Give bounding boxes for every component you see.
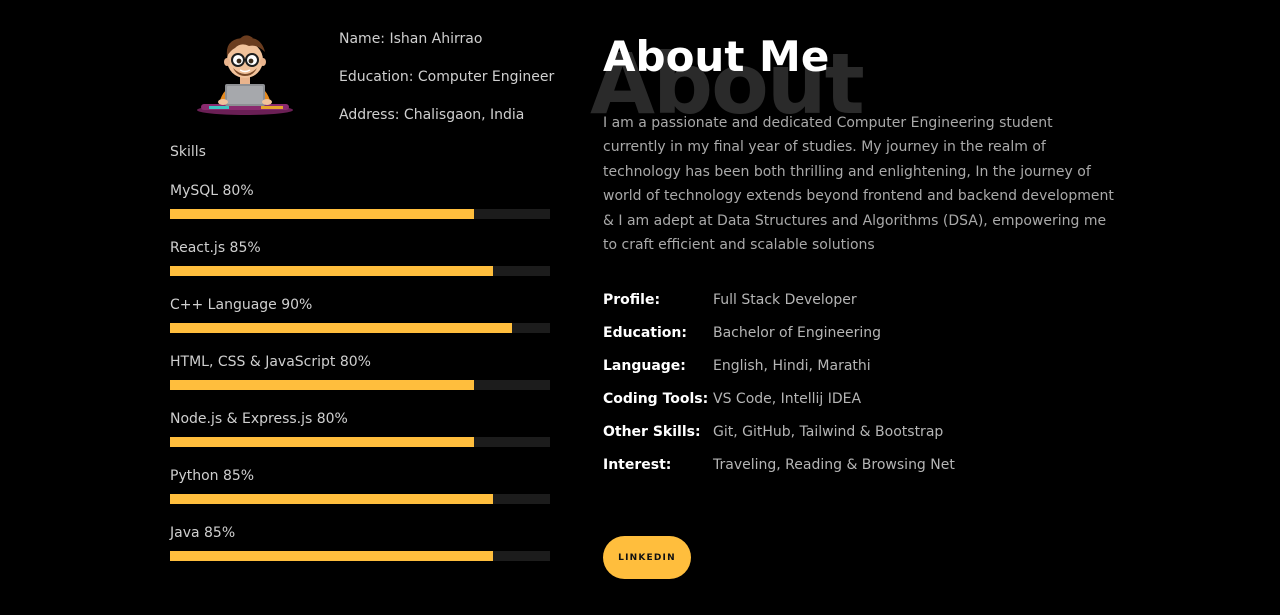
detail-key: Education: (603, 325, 687, 341)
detail-key: Language: (603, 358, 686, 374)
skill-label: Java 85% (170, 525, 236, 541)
skill-progress-bar (170, 323, 550, 333)
detail-value: Git, GitHub, Tailwind & Bootstrap (713, 424, 944, 440)
detail-row: Language: English, Hindi, Marathi (603, 358, 955, 391)
skill-item: React.js 85% (170, 239, 550, 296)
detail-key: Interest: (603, 457, 672, 473)
skill-item: Node.js & Express.js 80% (170, 410, 550, 467)
education-line: Education: Computer Engineer (339, 69, 555, 85)
skill-progress-fill (170, 380, 474, 390)
skill-item: Python 85% (170, 467, 550, 524)
skill-label: MySQL 80% (170, 183, 254, 199)
skill-label: React.js 85% (170, 240, 261, 256)
skill-label: Node.js & Express.js 80% (170, 411, 348, 427)
skill-progress-fill (170, 437, 474, 447)
skill-label: Python 85% (170, 468, 255, 484)
skill-progress-bar (170, 380, 550, 390)
name-line: Name: Ishan Ahirrao (339, 31, 483, 47)
detail-row: Profile: Full Stack Developer (603, 292, 955, 325)
skill-progress-fill (170, 494, 493, 504)
detail-key: Coding Tools: (603, 391, 709, 407)
skill-progress-bar (170, 437, 550, 447)
personal-info: Name: Ishan Ahirrao Education: Computer … (339, 30, 554, 144)
detail-value: English, Hindi, Marathi (713, 358, 871, 374)
skills-list: MySQL 80% React.js 85% C++ Language 90% HTM… (170, 182, 550, 581)
skill-item: HTML, CSS & JavaScript 80% (170, 353, 550, 410)
page-title: About Me (603, 32, 830, 81)
details-list: Profile: Full Stack Developer Education: Ba… (603, 292, 955, 490)
skill-progress-bar (170, 494, 550, 504)
skill-progress-fill (170, 266, 493, 276)
detail-value: Full Stack Developer (713, 292, 857, 308)
skill-progress-fill (170, 551, 493, 561)
skill-progress-fill (170, 209, 474, 219)
skill-label: HTML, CSS & JavaScript 80% (170, 354, 371, 370)
skill-label: C++ Language 90% (170, 297, 313, 313)
detail-row: Other Skills: Git, GitHub, Tailwind & Boo… (603, 424, 955, 457)
skills-title: Skills (170, 144, 206, 160)
detail-row: Interest: Traveling, Reading & Browsing N… (603, 457, 955, 490)
skill-progress-bar (170, 551, 550, 561)
skill-item: Java 85% (170, 524, 550, 581)
detail-key: Other Skills: (603, 424, 701, 440)
detail-value: VS Code, Intellij IDEA (713, 391, 862, 407)
developer-avatar-illustration (197, 35, 293, 115)
about-bio: I am a passionate and dedicated Computer… (603, 115, 1114, 254)
about-section: Name: Ishan Ahirrao Education: Computer … (0, 0, 1280, 615)
skill-progress-bar (170, 209, 550, 219)
detail-key: Profile: (603, 292, 661, 308)
detail-row: Coding Tools: VS Code, Intellij IDEA (603, 391, 955, 424)
address-line: Address: Chalisgaon, India (339, 107, 525, 123)
detail-value: Bachelor of Engineering (713, 325, 881, 341)
skill-item: C++ Language 90% (170, 296, 550, 353)
skill-progress-bar (170, 266, 550, 276)
detail-row: Education: Bachelor of Engineering (603, 325, 955, 358)
detail-value: Traveling, Reading & Browsing Net (713, 457, 955, 473)
skill-item: MySQL 80% (170, 182, 550, 239)
skill-progress-fill (170, 323, 512, 333)
linkedin-button[interactable]: LINKEDIN (603, 536, 691, 579)
